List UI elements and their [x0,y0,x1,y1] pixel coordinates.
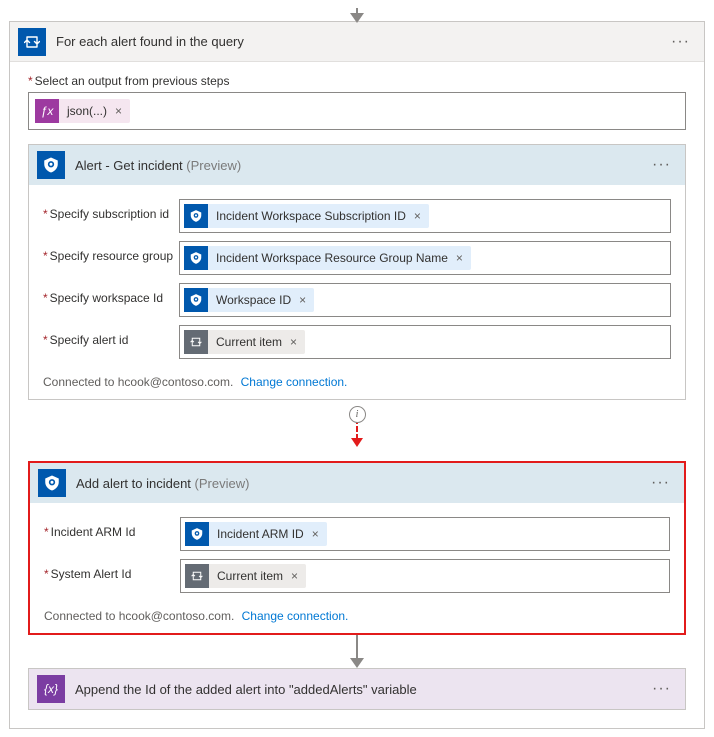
sentinel-icon [184,204,208,228]
system-alert-label: *System Alert Id [44,559,180,581]
get-incident-card: Alert - Get incident (Preview) ··· *Spec… [28,144,686,400]
change-connection-link[interactable]: Change connection. [242,609,349,623]
incident-arm-input[interactable]: Incident ARM ID × [180,517,670,551]
subscription-input[interactable]: Incident Workspace Subscription ID × [179,199,671,233]
current-item-token[interactable]: Current item × [184,330,305,354]
get-incident-menu-button[interactable]: ··· [638,156,685,174]
function-icon: ƒx [35,99,59,123]
add-alert-menu-button[interactable]: ··· [637,474,684,492]
incident-arm-label: *Incident ARM Id [44,517,180,539]
connector-arrow: i [28,396,686,447]
alert-id-input[interactable]: Current item × [179,325,671,359]
loop-menu-button[interactable]: ··· [657,33,704,51]
add-alert-header[interactable]: Add alert to incident (Preview) ··· [30,463,684,503]
alert-id-label: *Specify alert id [43,325,179,347]
sentinel-icon [38,469,66,497]
remove-token-icon[interactable]: × [113,104,130,118]
append-variable-header[interactable]: {x} Append the Id of the added alert int… [29,669,685,709]
resource-group-token[interactable]: Incident Workspace Resource Group Name × [184,246,471,270]
connection-info: Connected to hcook@contoso.com. Change c… [43,367,671,389]
system-alert-input[interactable]: Current item × [180,559,670,593]
get-incident-title: Alert - Get incident (Preview) [75,158,638,173]
subscription-token[interactable]: Incident Workspace Subscription ID × [184,204,429,228]
connector-arrow [28,635,686,668]
output-label: *Select an output from previous steps [28,74,686,88]
loop-icon [185,564,209,588]
add-alert-card: Add alert to incident (Preview) ··· *Inc… [28,461,686,635]
loop-icon [184,330,208,354]
sentinel-icon [184,246,208,270]
connection-info: Connected to hcook@contoso.com. Change c… [44,601,670,623]
info-icon[interactable]: i [349,406,366,423]
remove-token-icon[interactable]: × [297,293,314,307]
append-menu-button[interactable]: ··· [638,680,685,698]
variable-icon: {x} [37,675,65,703]
sentinel-icon [185,522,209,546]
loop-icon [18,28,46,56]
loop-title: For each alert found in the query [56,34,657,49]
resource-group-input[interactable]: Incident Workspace Resource Group Name × [179,241,671,275]
sentinel-icon [37,151,65,179]
workspace-label: *Specify workspace Id [43,283,179,305]
output-input[interactable]: ƒx json(...) × [28,92,686,130]
remove-token-icon[interactable]: × [289,569,306,583]
workspace-token[interactable]: Workspace ID × [184,288,314,312]
subscription-label: *Specify subscription id [43,199,179,221]
json-token[interactable]: ƒx json(...) × [35,99,130,123]
current-item-token[interactable]: Current item × [185,564,306,588]
remove-token-icon[interactable]: × [288,335,305,349]
resource-group-label: *Specify resource group [43,241,179,263]
incident-arm-token[interactable]: Incident ARM ID × [185,522,327,546]
remove-token-icon[interactable]: × [454,251,471,265]
get-incident-header[interactable]: Alert - Get incident (Preview) ··· [29,145,685,185]
sentinel-icon [184,288,208,312]
remove-token-icon[interactable]: × [310,527,327,541]
add-alert-title: Add alert to incident (Preview) [76,476,637,491]
foreach-loop-card: For each alert found in the query ··· *S… [9,21,705,729]
workspace-input[interactable]: Workspace ID × [179,283,671,317]
append-variable-title: Append the Id of the added alert into "a… [75,682,638,697]
remove-token-icon[interactable]: × [412,209,429,223]
change-connection-link[interactable]: Change connection. [241,375,348,389]
append-variable-card: {x} Append the Id of the added alert int… [28,668,686,710]
loop-header[interactable]: For each alert found in the query ··· [10,22,704,62]
